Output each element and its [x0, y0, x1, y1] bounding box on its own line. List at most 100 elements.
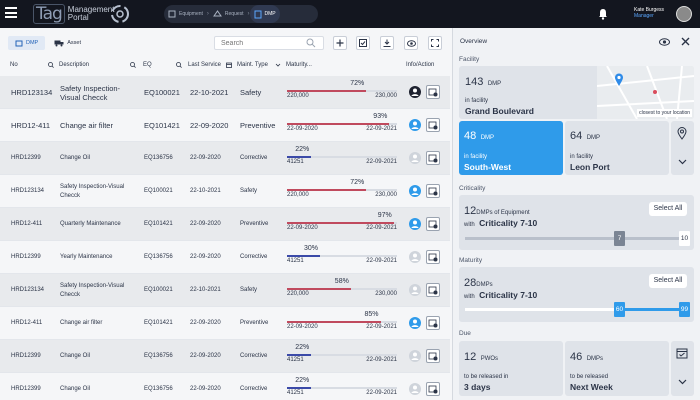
app-root: Tag Management Portal Equipment › Request… — [0, 0, 700, 400]
avatar[interactable] — [676, 6, 692, 22]
column-header-maturity[interactable]: Maturity... — [286, 62, 312, 68]
criticality-with-label: with — [464, 222, 475, 228]
close-button[interactable] — [678, 34, 693, 49]
cell-maint-type: Corrective — [240, 386, 268, 392]
due-more-card[interactable] — [671, 341, 694, 396]
info-icon[interactable] — [409, 185, 421, 197]
table-row[interactable]: HRD12-411 Change air filter EQ101421 22-09-… — [0, 307, 450, 340]
info-icon[interactable] — [409, 350, 421, 362]
view-button[interactable] — [657, 34, 672, 49]
column-header-maint-type[interactable]: Maint. Type — [237, 62, 268, 68]
breadcrumb-dmp[interactable]: DMP — [249, 5, 280, 23]
action-icon[interactable] — [426, 349, 440, 363]
action-icon[interactable] — [426, 250, 440, 264]
table-row[interactable]: HRD12399 Yearly Maintenance EQ136756 22-09-… — [0, 241, 450, 274]
user-info[interactable]: Kate Burgess Manager — [634, 7, 664, 19]
due-pwo-card[interactable]: 12 PWOs to be released in 3 days — [459, 341, 563, 396]
action-icon[interactable] — [426, 382, 440, 396]
info-icon[interactable] — [409, 152, 421, 164]
search-icon[interactable] — [306, 38, 316, 48]
cell-eq: EQ136756 — [144, 353, 173, 359]
chevron-down-icon[interactable] — [275, 62, 281, 68]
table-row[interactable]: HRD12399 Change Oil EQ136756 22-09-2020 Corr… — [0, 373, 450, 400]
action-icon[interactable] — [426, 184, 440, 198]
view-button[interactable] — [404, 36, 418, 50]
table-row[interactable]: HRD123134 Safety Inspection-Visual Checck… — [0, 76, 450, 109]
info-icon[interactable] — [409, 86, 421, 98]
maturity-select-all-button[interactable]: Select All — [649, 274, 687, 288]
info-icon[interactable] — [409, 218, 421, 230]
search-icon[interactable] — [48, 62, 54, 68]
bell-icon[interactable] — [598, 8, 608, 20]
maturity-fill — [287, 90, 367, 92]
maturity-progress: 97% 22-09-2020 22-09-2021 — [287, 212, 397, 238]
cell-eq: EQ100021 — [144, 188, 173, 194]
info-icon[interactable] — [409, 317, 421, 329]
table-row[interactable]: HRD12399 Change Oil EQ136756 22-09-2020 Corr… — [0, 142, 450, 175]
cell-no: HRD123134 — [11, 88, 53, 97]
action-icon[interactable] — [426, 85, 440, 99]
criticality-slider-min-handle[interactable]: 7 — [614, 231, 625, 246]
action-icon[interactable] — [426, 118, 440, 132]
facility-map[interactable]: closest to your location — [597, 66, 694, 119]
info-icon[interactable] — [409, 284, 421, 296]
menu-icon[interactable] — [5, 7, 17, 18]
cell-last-service: 22-09-2020 — [190, 155, 221, 161]
action-icon[interactable] — [426, 151, 440, 165]
table-row[interactable]: HRD12-411 Quarterly Maintenance EQ101421 22… — [0, 208, 450, 241]
maturity-track — [287, 354, 397, 356]
info-icon[interactable] — [409, 119, 421, 131]
checklist-button[interactable] — [356, 36, 370, 50]
action-icon[interactable] — [426, 283, 440, 297]
column-header-no[interactable]: No — [10, 62, 18, 68]
download-button[interactable] — [380, 36, 394, 50]
location-pin-icon — [615, 73, 623, 86]
fullscreen-button[interactable] — [428, 36, 442, 50]
column-header-description[interactable]: Description — [59, 62, 89, 68]
facility-in-label: in facility — [465, 98, 489, 104]
south-west-count: 48 — [464, 130, 477, 142]
criticality-select-all-button[interactable]: Select All — [649, 202, 687, 216]
maturity-slider-min-handle[interactable]: 60 — [614, 302, 625, 317]
facility-card[interactable]: 143 DMP in facility Grand Boulevard clos… — [459, 66, 694, 119]
info-icon[interactable] — [409, 251, 421, 263]
cell-no: HRD12-411 — [11, 221, 43, 227]
facility-south-west-card[interactable]: 48 DMP in facility South-West — [459, 121, 563, 175]
table-row[interactable]: HRD123134 Safety Inspection-Visual Checck… — [0, 274, 450, 307]
column-header-eq[interactable]: EQ — [143, 62, 152, 68]
table-row[interactable]: HRD123134 Safety Inspection-Visual Checck… — [0, 175, 450, 208]
action-icon[interactable] — [426, 217, 440, 231]
facility-leon-port-card[interactable]: 64 DMP in facility Leon Port — [565, 121, 669, 175]
info-icon[interactable] — [409, 383, 421, 395]
cell-no: HRD12-411 — [11, 320, 43, 326]
tab-asset[interactable]: Asset — [47, 36, 88, 50]
maturity-fill — [287, 354, 312, 356]
due-pwo-count: 12 — [464, 351, 477, 363]
tab-dmp[interactable]: DMP — [8, 36, 46, 50]
table-row[interactable]: HRD12-411 Change air filter EQ101421 22-09-… — [0, 109, 450, 142]
criticality-slider-track[interactable] — [465, 237, 685, 240]
breadcrumb-request[interactable]: Request — [209, 5, 248, 23]
facility-more-card[interactable] — [671, 121, 694, 175]
maturity-slider-max-handle[interactable]: 99 — [679, 302, 690, 317]
criticality-section-label: Criticality — [459, 185, 486, 192]
calendar-icon[interactable] — [226, 62, 232, 68]
cell-last-service: 22-09-2020 — [190, 221, 221, 227]
add-button[interactable] — [333, 36, 347, 50]
breadcrumb-equipment[interactable]: Equipment — [164, 5, 207, 23]
maturity-track — [287, 123, 397, 125]
cell-description: Safety Inspection-Visual Checck — [60, 282, 125, 298]
criticality-slider-max-handle[interactable]: 10 — [679, 231, 690, 246]
search-icon[interactable] — [130, 62, 136, 68]
action-icon[interactable] — [426, 316, 440, 330]
cell-no: HRD12399 — [11, 155, 41, 161]
column-header-last-service[interactable]: Last Service — [188, 62, 221, 68]
person-icon — [411, 154, 419, 162]
search-icon[interactable] — [176, 62, 182, 68]
table-row[interactable]: HRD12399 Change Oil EQ136756 22-09-2020 Corr… — [0, 340, 450, 373]
cell-eq: EQ101421 — [144, 221, 173, 227]
due-dmp-card[interactable]: 46 DMPs to be released Next Week — [565, 341, 669, 396]
due-dmp-text: to be released — [570, 374, 609, 380]
maturity-percent: 22% — [295, 377, 310, 384]
maturity-track — [287, 321, 397, 323]
